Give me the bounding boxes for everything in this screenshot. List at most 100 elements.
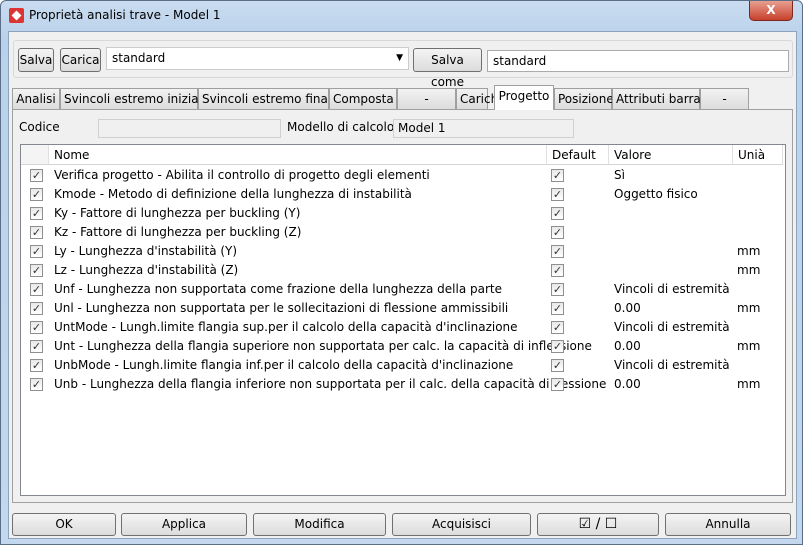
save-as-button[interactable]: Salva come: [413, 48, 482, 89]
default-checkbox[interactable]: ✓: [551, 245, 564, 258]
row-checkbox[interactable]: ✓: [30, 245, 43, 258]
row-value[interactable]: Vincoli di estremità: [614, 357, 730, 374]
default-checkbox[interactable]: ✓: [551, 321, 564, 334]
tab-composta[interactable]: Composta: [329, 88, 397, 109]
default-checkbox[interactable]: ✓: [551, 226, 564, 239]
table-row[interactable]: ✓ Unf - Lunghezza non supportata come fra…: [21, 280, 785, 299]
row-checkbox[interactable]: ✓: [30, 321, 43, 334]
row-value[interactable]: Sì: [614, 167, 625, 184]
tab-analisi[interactable]: Analisi: [12, 88, 60, 109]
row-name: Kmode - Metodo di definizione della lung…: [54, 187, 412, 201]
acquire-button[interactable]: Acquisisci: [392, 513, 531, 536]
tab-empty-2[interactable]: -: [700, 88, 749, 109]
save-as-name-input[interactable]: standard: [487, 50, 789, 72]
close-button[interactable]: X: [749, 1, 793, 21]
row-name: Kz - Fattore di lunghezza per buckling (…: [54, 225, 302, 239]
table-row[interactable]: ✓ Kz - Fattore di lunghezza per buckling …: [21, 223, 785, 242]
row-name: Unl - Lunghezza non supportata per le so…: [54, 301, 509, 315]
row-name: Verifica progetto - Abilita il controllo…: [54, 168, 430, 182]
row-checkbox[interactable]: ✓: [30, 226, 43, 239]
row-value[interactable]: 0.00: [614, 376, 641, 393]
apply-button[interactable]: Applica: [121, 513, 247, 536]
row-unit: mm: [737, 301, 761, 315]
header-valore[interactable]: Valore: [609, 145, 733, 165]
chevron-down-icon: ▼: [396, 53, 403, 63]
row-name: UntMode - Lungh.limite flangia sup.per i…: [54, 320, 518, 334]
table-row[interactable]: ✓ Verifica progetto - Abilita il controll…: [21, 166, 785, 185]
row-name: Ly - Lunghezza d'instabilità (Y): [54, 244, 238, 258]
row-value[interactable]: 0.00: [614, 338, 641, 355]
default-checkbox[interactable]: ✓: [551, 169, 564, 182]
window-title: Proprietà analisi trave - Model 1: [29, 8, 221, 22]
code-label: Codice: [19, 120, 60, 134]
code-field[interactable]: [98, 119, 281, 138]
row-checkbox[interactable]: ✓: [30, 188, 43, 201]
preset-value: standard: [112, 51, 166, 65]
header-nome[interactable]: Nome: [49, 145, 547, 165]
app-icon: [9, 8, 24, 23]
default-checkbox[interactable]: ✓: [551, 378, 564, 391]
row-checkbox[interactable]: ✓: [30, 264, 43, 277]
modify-button[interactable]: Modifica: [253, 513, 386, 536]
row-checkbox[interactable]: ✓: [30, 283, 43, 296]
header-default[interactable]: Default: [547, 145, 609, 165]
default-checkbox[interactable]: ✓: [551, 359, 564, 372]
tab-progetto-label: Progetto: [498, 89, 550, 103]
model-field: Model 1: [393, 119, 574, 138]
tab-empty-1[interactable]: -: [397, 88, 456, 109]
default-checkbox[interactable]: ✓: [551, 207, 564, 220]
default-checkbox[interactable]: ✓: [551, 188, 564, 201]
table-row[interactable]: ✓ Lz - Lunghezza d'instabilità (Z) ✓ mm: [21, 261, 785, 280]
row-checkbox[interactable]: ✓: [30, 340, 43, 353]
dialog-window: Proprietà analisi trave - Model 1 X Salv…: [0, 0, 803, 545]
load-button[interactable]: Carica: [60, 48, 101, 72]
row-checkbox[interactable]: ✓: [30, 359, 43, 372]
row-unit: mm: [737, 244, 761, 258]
row-value[interactable]: 0.00: [614, 300, 641, 317]
table-row[interactable]: ✓ Ly - Lunghezza d'instabilità (Y) ✓ mm: [21, 242, 785, 261]
tab-panel: Codice Modello di calcolo Model 1 Nome D…: [12, 109, 793, 503]
toggle-all-button[interactable]: ☑ / ☐: [537, 513, 659, 536]
header-unit[interactable]: Unià: [733, 145, 783, 165]
default-checkbox[interactable]: ✓: [551, 264, 564, 277]
row-name: Unb - Lunghezza della flangia inferiore …: [54, 377, 607, 391]
row-checkbox[interactable]: ✓: [30, 207, 43, 220]
save-button[interactable]: Salva: [18, 48, 54, 72]
row-unit: mm: [737, 339, 761, 353]
row-value[interactable]: Oggetto fisico: [614, 186, 698, 203]
default-checkbox[interactable]: ✓: [551, 340, 564, 353]
tab-progetto[interactable]: Progetto: [494, 85, 554, 110]
table-row[interactable]: ✓ Kmode - Metodo di definizione della lun…: [21, 185, 785, 204]
ok-button[interactable]: OK: [12, 513, 116, 536]
tab-svincoli-finale[interactable]: Svincoli estremo finale: [198, 88, 339, 109]
table-row[interactable]: ✓ UnbMode - Lungh.limite flangia inf.per …: [21, 356, 785, 375]
row-name: Unt - Lunghezza della flangia superiore …: [54, 339, 592, 353]
tab-attributi-barra[interactable]: Attributi barra: [612, 88, 701, 109]
default-checkbox[interactable]: ✓: [551, 283, 564, 296]
table-row[interactable]: ✓ Unt - Lunghezza della flangia superiore…: [21, 337, 785, 356]
properties-table: Nome Default Valore Unià ✓ Verifica proge…: [20, 144, 786, 496]
row-name: Ky - Fattore di lunghezza per buckling (…: [54, 206, 301, 220]
default-checkbox[interactable]: ✓: [551, 302, 564, 315]
tab-svincoli-iniziale[interactable]: Svincoli estremo iniziale: [60, 88, 209, 109]
row-unit: mm: [737, 263, 761, 277]
row-checkbox[interactable]: ✓: [30, 169, 43, 182]
tab-posizione[interactable]: Posizione: [554, 88, 614, 109]
row-name: Unf - Lunghezza non supportata come fraz…: [54, 282, 502, 296]
row-name: UnbMode - Lungh.limite flangia inf.per i…: [54, 358, 514, 372]
table-row[interactable]: ✓ Unl - Lunghezza non supportata per le s…: [21, 299, 785, 318]
model-label: Modello di calcolo: [287, 120, 395, 134]
row-unit: mm: [737, 377, 761, 391]
table-row[interactable]: ✓ UntMode - Lungh.limite flangia sup.per …: [21, 318, 785, 337]
table-row[interactable]: ✓ Unb - Lunghezza della flangia inferiore…: [21, 375, 785, 394]
dialog-body: Salva Carica standard ▼ Salva come standa…: [8, 31, 797, 539]
row-checkbox[interactable]: ✓: [30, 302, 43, 315]
row-name: Lz - Lunghezza d'instabilità (Z): [54, 263, 239, 277]
table-row[interactable]: ✓ Ky - Fattore di lunghezza per buckling …: [21, 204, 785, 223]
cancel-button[interactable]: Annulla: [665, 513, 791, 536]
row-value[interactable]: Vincoli di estremità: [614, 281, 730, 298]
preset-select[interactable]: standard ▼: [106, 47, 409, 70]
row-value[interactable]: Vincoli di estremità: [614, 319, 730, 336]
row-checkbox[interactable]: ✓: [30, 378, 43, 391]
tab-carichi[interactable]: Carichi: [456, 88, 502, 109]
